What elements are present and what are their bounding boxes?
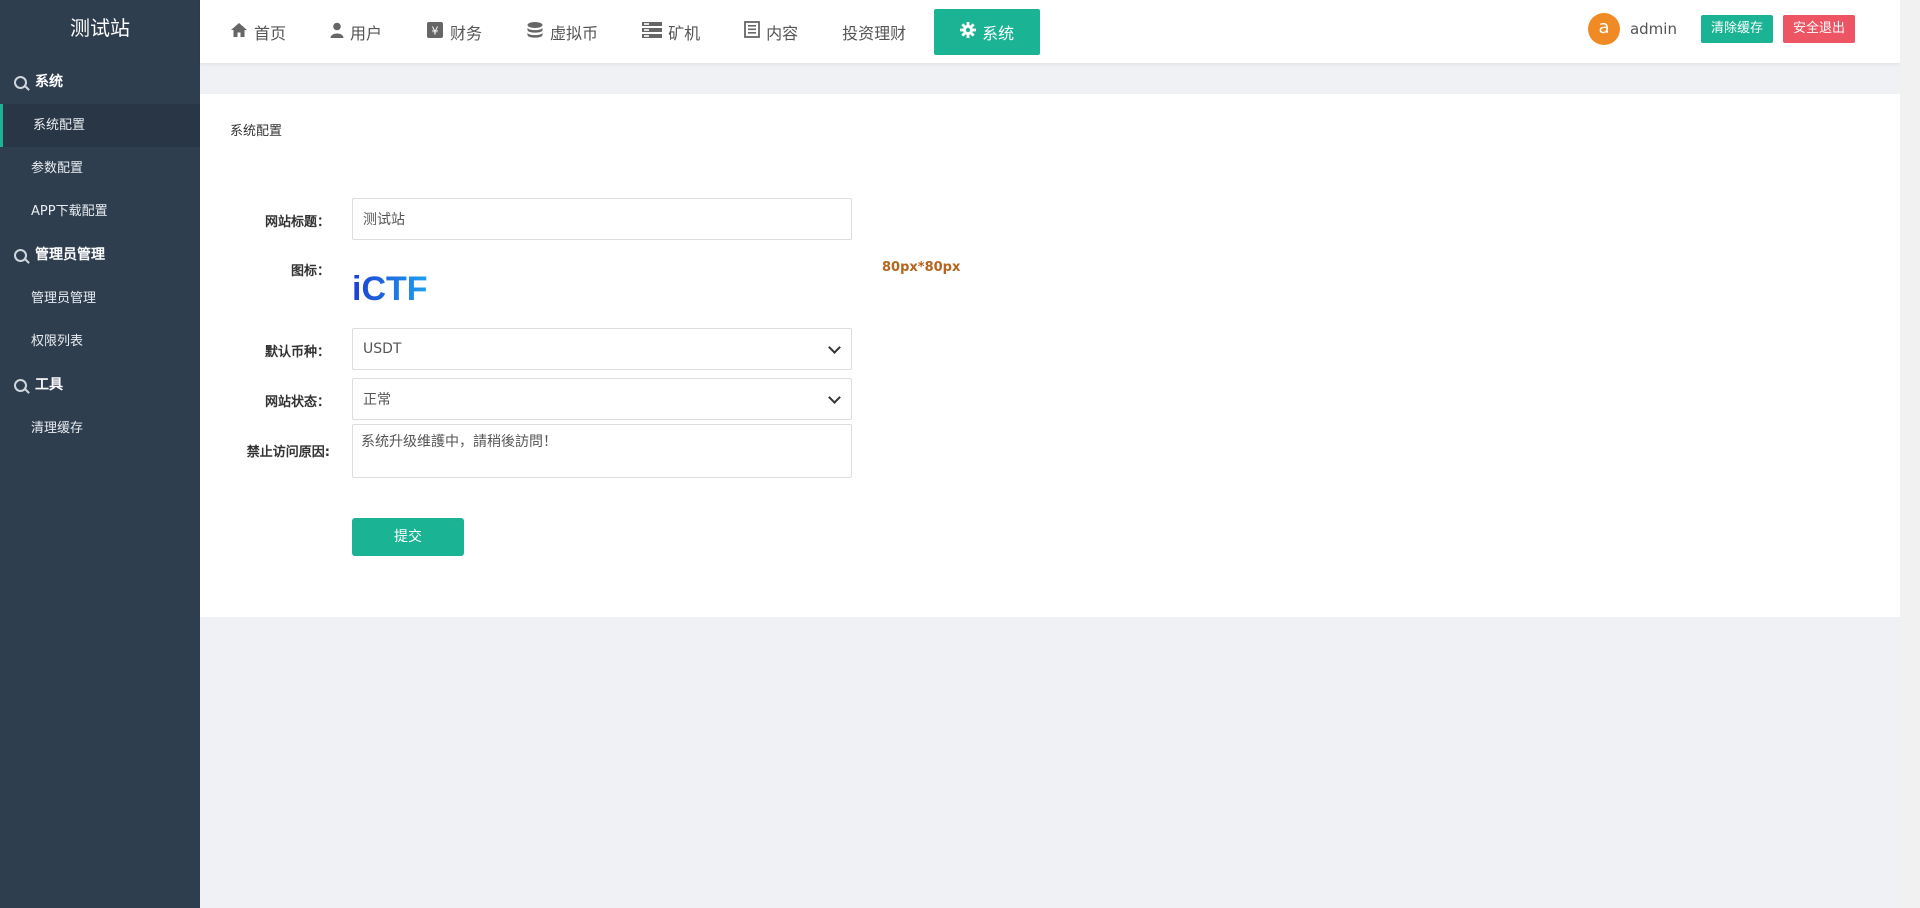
nav-system[interactable]: 系统 <box>934 8 1041 55</box>
sidebar-item-permission-list[interactable]: 权限列表 <box>0 320 200 363</box>
nav-user[interactable]: 用户 <box>314 9 398 55</box>
nav-label: 系统 <box>982 23 1015 43</box>
sidebar-group-label: 系统 <box>35 74 63 90</box>
search-icon <box>14 75 27 89</box>
nav-investment[interactable]: 投资理财 <box>826 9 922 55</box>
clear-cache-button[interactable]: 清除缓存 <box>1700 15 1773 43</box>
username[interactable]: admin <box>1630 20 1677 38</box>
page-scrollbar[interactable] <box>1900 0 1920 908</box>
nav-label: 财务 <box>450 23 483 43</box>
document-icon <box>744 21 760 42</box>
page-title: 系统配置 <box>230 124 283 139</box>
nav-home[interactable]: 首页 <box>214 9 302 55</box>
submit-button[interactable]: 提交 <box>352 518 464 556</box>
topbar: 首页 用户 ¥ 财务 虚拟币 矿机 内容 投资理财 系统 a admin 清除缓… <box>200 0 1900 63</box>
nav-label: 投资理财 <box>842 23 907 43</box>
reason-label: 禁止访问原因: <box>246 445 330 460</box>
status-select[interactable]: 正常 <box>352 378 852 420</box>
brand-title: 测试站 <box>70 16 130 40</box>
sidebar-group-admin[interactable]: 管理员管理 <box>0 233 200 277</box>
sidebar-group-label: 管理员管理 <box>35 247 105 263</box>
config-card: 系统配置 网站标题： 图标： iCTF 80px*80px 默认币种： USDT… <box>200 94 1900 617</box>
sidebar-item-clear-cache[interactable]: 清理缓存 <box>0 407 200 450</box>
search-icon <box>14 378 27 392</box>
svg-text:¥: ¥ <box>432 24 439 37</box>
nav-label: 虚拟币 <box>550 23 599 43</box>
logo-text: iCTF <box>352 270 428 304</box>
logout-button[interactable]: 安全退出 <box>1782 15 1855 43</box>
icon-size-hint: 80px*80px <box>882 260 961 275</box>
sidebar-item-app-download-config[interactable]: APP下载配置 <box>0 190 200 233</box>
site-title-input[interactable] <box>352 198 852 240</box>
nav-label: 内容 <box>766 23 799 43</box>
sidebar-group-tools[interactable]: 工具 <box>0 363 200 407</box>
currency-selected-value: USDT <box>363 341 402 357</box>
top-nav: 首页 用户 ¥ 财务 虚拟币 矿机 内容 投资理财 系统 <box>200 0 1041 63</box>
nav-label: 用户 <box>350 23 383 43</box>
nav-virtual-coin[interactable]: 虚拟币 <box>510 9 614 55</box>
home-icon <box>230 22 248 42</box>
sidebar-group-system[interactable]: 系统 <box>0 60 200 104</box>
chevron-down-icon <box>828 390 841 404</box>
finance-icon: ¥ <box>426 21 444 43</box>
user-icon <box>330 22 344 42</box>
sidebar: 测试站 系统 系统配置 参数配置 APP下载配置 管理员管理 管理员管理 权限列… <box>0 0 200 908</box>
search-icon <box>14 248 27 262</box>
currency-label: 默认币种： <box>264 345 330 360</box>
sidebar-group-label: 工具 <box>35 377 63 393</box>
site-title-label: 网站标题： <box>264 215 330 230</box>
sidebar-item-system-config[interactable]: 系统配置 <box>0 104 200 147</box>
status-label: 网站状态： <box>264 395 330 410</box>
nav-label: 首页 <box>254 23 287 43</box>
avatar[interactable]: a <box>1587 13 1620 45</box>
reason-textarea[interactable]: 系统升级维護中，請稍後訪問！ <box>352 424 852 478</box>
sidebar-item-admin-manage[interactable]: 管理员管理 <box>0 277 200 320</box>
gear-icon <box>960 21 977 42</box>
sidebar-item-param-config[interactable]: 参数配置 <box>0 147 200 190</box>
nav-label: 矿机 <box>668 23 701 43</box>
icon-label: 图标： <box>290 264 330 279</box>
nav-content[interactable]: 内容 <box>728 9 814 55</box>
currency-select[interactable]: USDT <box>352 328 852 370</box>
header-tools: a admin 清除缓存 安全退出 <box>1587 0 1855 58</box>
server-icon <box>642 21 663 42</box>
nav-miner[interactable]: 矿机 <box>626 9 716 55</box>
site-icon-image[interactable]: iCTF <box>352 268 432 308</box>
nav-finance[interactable]: ¥ 财务 <box>410 9 498 55</box>
chevron-down-icon <box>828 340 841 354</box>
status-selected-value: 正常 <box>363 392 391 408</box>
database-icon <box>526 21 544 43</box>
